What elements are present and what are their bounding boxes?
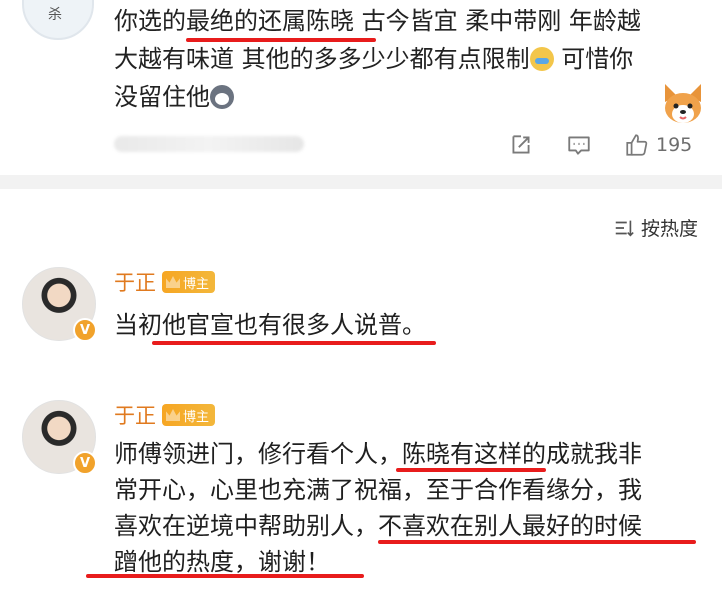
share-button[interactable] — [508, 131, 534, 159]
red-underline — [86, 574, 364, 578]
red-underline — [396, 468, 546, 472]
author-avatar[interactable]: V — [22, 400, 97, 475]
verified-v-icon: V — [73, 318, 97, 342]
comment-text-segment: 古今皆宜 柔中带刚 年龄越 — [354, 7, 641, 35]
comment-text-highlight: 最绝的还属陈晓 — [186, 7, 354, 35]
verified-v-icon: V — [73, 451, 97, 475]
section-divider — [0, 175, 722, 189]
comment-text-highlight: 陈晓有这样 — [402, 440, 522, 468]
thumbs-up-icon — [626, 134, 648, 156]
avatar-glyph: 杀 — [48, 7, 62, 23]
comment-button[interactable] — [566, 131, 592, 159]
badge-label: 博主 — [183, 409, 210, 425]
comment-text-segment: 师傅领进门，修行看个人， — [114, 440, 402, 468]
author-name[interactable]: 于正 — [114, 400, 156, 430]
corgi-sticker-icon — [665, 84, 701, 123]
author-name-row: 于正 博主 — [114, 400, 216, 430]
like-button[interactable]: 195 — [624, 131, 692, 159]
badge-label: 博主 — [183, 276, 210, 292]
comment-text-segment: 的成就我非 — [522, 440, 642, 468]
blurred-timestamp — [114, 136, 304, 152]
previous-comment-text: 你选的最绝的还属陈晓 古今皆宜 柔中带刚 年龄越 大越有味道 其他的多多少少都有… — [114, 2, 704, 116]
author-name[interactable]: 于正 — [114, 267, 156, 297]
sort-by-hot-button[interactable]: 按热度 — [613, 214, 698, 241]
comment-text-segment: 喜欢在逆境中帮助别人， — [114, 512, 378, 540]
comment-text-segment: 大越有味道 其他的多多少少都有点限制 — [114, 45, 530, 73]
crown-icon — [166, 276, 180, 288]
blogger-badge: 博主 — [162, 404, 216, 426]
comment-icon — [568, 136, 590, 155]
like-count: 195 — [656, 134, 693, 156]
comment-text-line: 当初他官宣也有很多人说普。 — [114, 311, 426, 339]
red-underline — [378, 540, 696, 544]
comment-text-line: 蹭他的热度，谢谢！ — [114, 548, 330, 576]
sort-icon — [615, 220, 634, 237]
previous-comment-card: 杀 你选的最绝的还属陈晓 古今皆宜 柔中带刚 年龄越 大越有味道 其他的多多少少… — [0, 0, 722, 175]
commenter-avatar[interactable]: 杀 — [22, 0, 94, 40]
crying-emoji-icon — [529, 47, 554, 71]
sort-label: 按热度 — [640, 218, 698, 240]
crown-icon — [166, 409, 180, 421]
author-name-row: 于正 博主 — [114, 267, 216, 297]
comment-text-segment: 你选的 — [114, 7, 186, 35]
comment-text-highlight: 不喜欢在别人最好的时候 — [378, 512, 642, 540]
author-avatar[interactable]: V — [22, 267, 97, 342]
share-icon — [512, 135, 530, 154]
red-underline — [186, 38, 376, 42]
red-underline — [152, 341, 436, 345]
comment-text-line: 常开心，心里也充满了祝福，至于合作看缘分，我 — [114, 476, 642, 504]
comment-text: 师傅领进门，修行看个人，陈晓有这样的成就我非 常开心，心里也充满了祝福，至于合作… — [114, 436, 698, 580]
comment-text-segment: 可惜你 — [553, 45, 634, 73]
blogger-badge: 博主 — [162, 271, 216, 293]
comment-text: 当初他官宣也有很多人说普。 — [114, 307, 698, 343]
comment-text-segment: 没留住他 — [114, 83, 210, 111]
husky-emoji-icon — [210, 85, 234, 109]
